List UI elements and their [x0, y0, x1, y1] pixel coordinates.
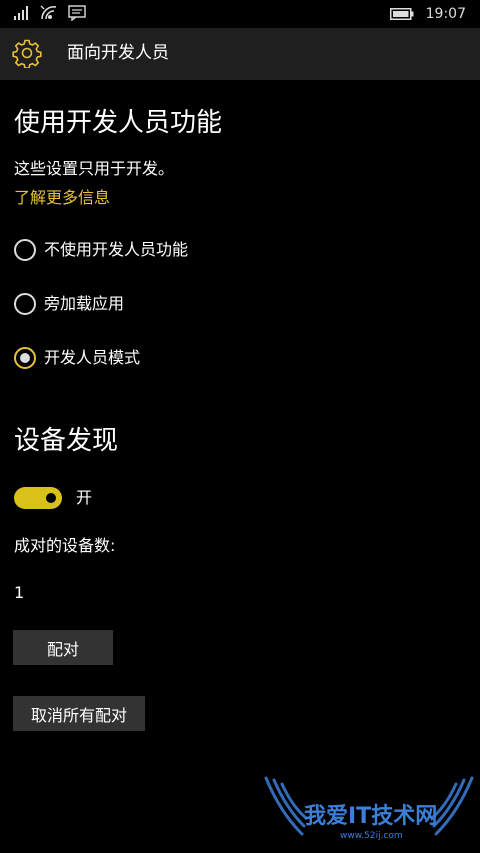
watermark-text: 我爱IT技术网	[304, 804, 438, 829]
developer-features-description: 这些设置只用于开发。	[14, 159, 175, 178]
status-time: 19:07	[425, 6, 466, 22]
message-icon	[68, 5, 86, 21]
developer-features-heading: 使用开发人员功能	[14, 108, 223, 138]
device-discovery-heading: 设备发现	[14, 426, 119, 456]
radio-option-sideload-apps[interactable]: 旁加载应用	[14, 292, 124, 316]
radio-option-disable-dev-features[interactable]: 不使用开发人员功能	[14, 238, 188, 262]
wifi-icon	[40, 5, 57, 20]
page-title: 面向开发人员	[67, 43, 169, 63]
device-discovery-toggle[interactable]	[14, 487, 62, 509]
page-header: 面向开发人员	[0, 28, 480, 80]
radio-label: 旁加载应用	[44, 294, 125, 313]
paired-count-value: 1	[14, 583, 25, 602]
battery-icon	[389, 8, 414, 20]
toggle-knob	[46, 493, 56, 503]
signal-icon	[14, 6, 28, 20]
radio-label: 不使用开发人员功能	[44, 240, 189, 259]
toggle-state-label: 开	[76, 488, 93, 507]
watermark-url: www.52ij.com	[340, 831, 403, 841]
pair-button[interactable]: 配对	[13, 630, 113, 665]
radio-button-selected[interactable]	[14, 347, 36, 369]
gear-icon	[12, 39, 42, 68]
device-discovery-toggle-row[interactable]: 开	[14, 487, 92, 509]
status-bar: 19:07	[0, 0, 480, 28]
learn-more-link[interactable]: 了解更多信息	[14, 187, 110, 209]
radio-button[interactable]	[14, 293, 36, 315]
unpair-all-button[interactable]: 取消所有配对	[13, 696, 145, 731]
radio-label: 开发人员模式	[44, 348, 141, 367]
radio-button[interactable]	[14, 239, 36, 261]
radio-option-developer-mode[interactable]: 开发人员模式	[14, 346, 140, 370]
paired-count-label: 成对的设备数:	[14, 536, 116, 555]
